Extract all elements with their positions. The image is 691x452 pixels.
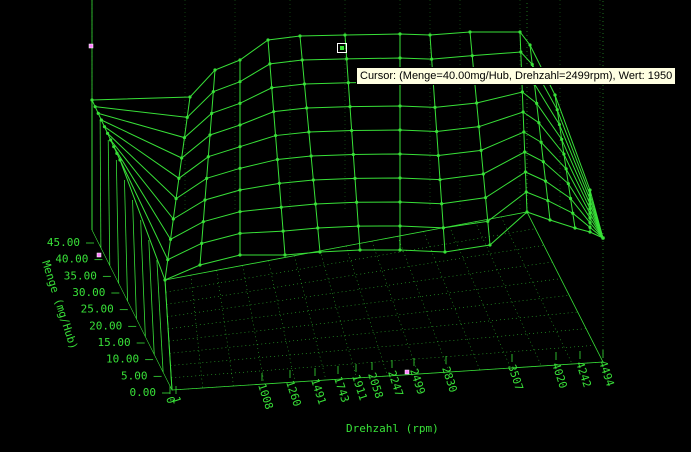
floor-line-x: [345, 245, 388, 377]
y-tick-label: 0.00: [130, 386, 157, 399]
floor-line-x: [319, 250, 357, 379]
mesh-node: [601, 236, 605, 240]
mesh-column-line: [299, 35, 321, 253]
floor-frame: [164, 211, 604, 391]
surface-wall-line: [140, 219, 146, 337]
surface-wall-line: [156, 259, 164, 373]
floor-line-x: [268, 260, 296, 383]
mesh-column-line: [554, 94, 576, 229]
x-tick-label: 2247: [385, 369, 406, 398]
floor-line-x: [216, 270, 234, 387]
x-axis-ticks: 01 1008 1260 1491 174319112058 2247 2499 2830 35…: [163, 350, 617, 411]
y-tick-label: 45.00: [47, 236, 80, 249]
floor-line-y: [168, 278, 561, 330]
floor-line-y: [170, 328, 587, 366]
floor-line-x: [449, 226, 511, 369]
floor-line-y: [169, 311, 578, 354]
surface-wall-line: [148, 239, 155, 355]
y-tick-label: 40.00: [55, 253, 88, 266]
surface-cursor-handle[interactable]: [337, 43, 347, 53]
axis-marker-y[interactable]: [96, 252, 102, 258]
floor-line-x: [242, 265, 265, 385]
surface-plot-viewport[interactable]: 45.00 40.00 35.00 30.00 25.00 20.00 15.00 10.00…: [0, 0, 691, 452]
mesh-column-line: [199, 69, 216, 266]
mesh-column-line: [164, 96, 191, 281]
floor-line-y: [166, 245, 544, 305]
y-tick-label: 20.00: [89, 319, 122, 332]
surface-wall-line: [124, 179, 128, 302]
axis-marker-top[interactable]: [88, 43, 94, 49]
y-tick-label: 15.00: [98, 336, 131, 349]
surface-wall-line: [115, 159, 120, 284]
x-axis-title: Drehzahl (rpm): [346, 422, 439, 435]
floor-line-y: [167, 261, 553, 317]
x-tick-label: 2830: [439, 365, 460, 394]
x-tick-label: 2499: [407, 367, 428, 396]
floor-line-y: [171, 345, 595, 379]
floor-line-x: [423, 231, 481, 371]
floor-line-x: [475, 221, 542, 367]
floor-line-x: [371, 241, 419, 375]
floor-line-y: [168, 295, 570, 342]
cursor-tooltip: Cursor: (Menge=40.00mg/Hub, Drehzahl=249…: [356, 67, 677, 85]
x-tick-label: 4242: [573, 360, 594, 389]
surface-wall-line: [132, 199, 137, 319]
mesh-row-line: [101, 91, 604, 239]
mesh-column-line: [519, 31, 528, 213]
floor-line-x: [190, 275, 204, 389]
mesh-column-line: [267, 39, 286, 256]
floor-line-x: [500, 216, 573, 365]
x-tick-label: 1260: [283, 379, 304, 408]
floor-line-x: [294, 255, 327, 381]
x-tick-label: 1743: [331, 375, 352, 404]
y-tick-label: 30.00: [72, 286, 105, 299]
mesh-column-line: [469, 31, 491, 246]
floor-line-x: [397, 236, 450, 373]
axis-marker-x[interactable]: [404, 369, 410, 375]
y-tick-label: 25.00: [81, 303, 114, 316]
x-tick-label: 1008: [255, 382, 276, 411]
surface-wall-line: [99, 119, 102, 248]
y-tick-label: 5.00: [121, 369, 148, 382]
x-tick-label: 4494: [596, 359, 617, 389]
surface-wall: [164, 279, 173, 391]
x-tick-label: 4020: [549, 361, 570, 390]
surface-wall-line: [107, 139, 111, 266]
y-tick-label: 10.00: [106, 353, 139, 366]
x-tick-label: 1491: [308, 377, 329, 406]
y-tick-label: 35.00: [64, 269, 97, 282]
